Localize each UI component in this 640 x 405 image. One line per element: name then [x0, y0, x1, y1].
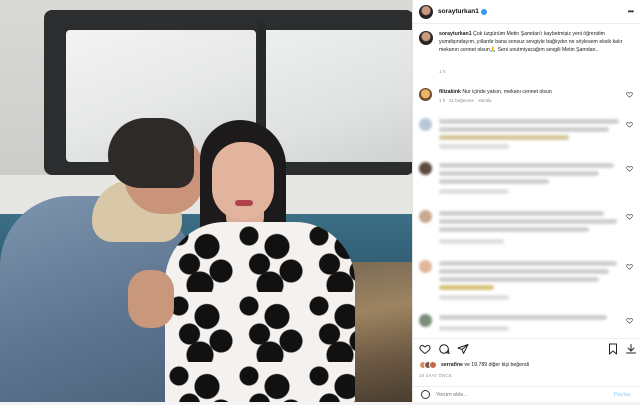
caption-time: 1 h	[439, 70, 446, 75]
comment-composer: Paylaş	[413, 386, 640, 402]
avatar	[419, 210, 432, 223]
comment-text: Nur içinde yatsın, mekanı cennet olsun	[462, 89, 552, 95]
avatar	[419, 260, 432, 273]
comment-icon[interactable]	[438, 343, 450, 355]
avatar	[419, 314, 432, 327]
first-liker-link[interactable]: serrafine	[441, 362, 463, 368]
action-bar	[413, 338, 640, 358]
avatar	[419, 118, 432, 131]
comment-item	[419, 210, 640, 250]
emoji-icon[interactable]	[421, 390, 430, 399]
comment-author[interactable]: filizakink	[439, 89, 461, 95]
post-sidebar: sorayturkan1 ••• sorayturkan1 Çok üzgünü…	[412, 0, 640, 402]
comment-item	[419, 162, 640, 198]
bookmark-icon[interactable]	[607, 343, 619, 355]
post-date: 18 SAAT ÖNCE	[419, 373, 452, 378]
post-caption: sorayturkan1 Çok üzgünüm Metin Şamdan'ı …	[419, 30, 635, 54]
avatar[interactable]	[419, 31, 433, 45]
reply-button[interactable]: Yanıtla	[478, 98, 492, 103]
heart-icon[interactable]	[626, 213, 633, 220]
comment-item: filizakink Nur içinde yatsın, mekanı cen…	[419, 88, 640, 108]
heart-icon[interactable]	[626, 121, 633, 128]
more-icon[interactable]: •••	[628, 7, 634, 16]
comment-item	[419, 118, 640, 152]
heart-icon[interactable]	[626, 317, 633, 324]
heart-icon[interactable]	[419, 343, 431, 355]
heart-icon[interactable]	[626, 165, 633, 172]
verified-badge-icon	[480, 8, 487, 15]
likes-count[interactable]: ve 19.789 diğer kişi beğendi	[464, 362, 529, 368]
heart-icon[interactable]	[626, 91, 633, 98]
instagram-post-frame: sorayturkan1 ••• sorayturkan1 Çok üzgünü…	[0, 0, 640, 405]
comment-item	[419, 260, 640, 304]
comment-likes[interactable]: 31 beğenme	[449, 98, 474, 103]
caption-author[interactable]: sorayturkan1	[439, 31, 472, 37]
avatar	[429, 361, 437, 369]
username-link[interactable]: sorayturkan1	[438, 8, 479, 15]
comment-input[interactable]	[436, 391, 586, 398]
post-photo[interactable]	[0, 0, 412, 402]
share-icon[interactable]	[457, 343, 469, 355]
avatar[interactable]	[419, 4, 433, 19]
likes-summary: serrafine ve 19.789 diğer kişi beğendi	[419, 360, 639, 370]
avatar[interactable]	[419, 88, 432, 101]
comment-item	[419, 314, 640, 336]
comment-time: 1 h	[439, 98, 446, 103]
download-icon[interactable]	[625, 343, 637, 355]
avatar	[419, 162, 432, 175]
post-comment-button[interactable]: Paylaş	[614, 392, 631, 398]
heart-icon[interactable]	[626, 263, 633, 270]
post-header: sorayturkan1 •••	[413, 0, 640, 24]
